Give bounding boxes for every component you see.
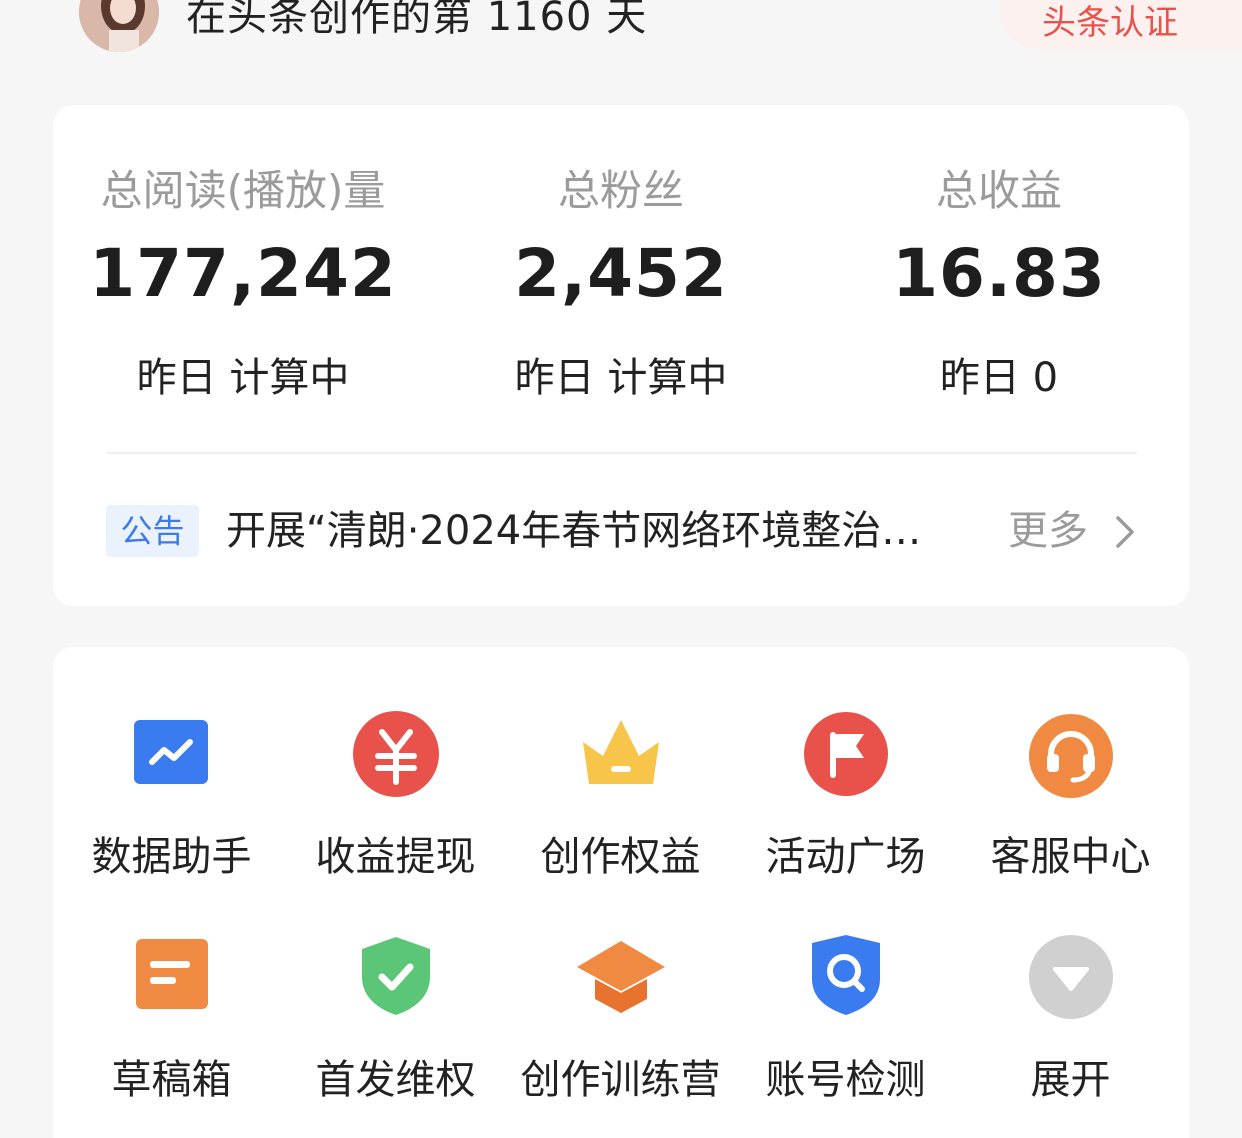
- tools-card: 数据助手 收益提现 创作权益 活动广场 客服中心 草稿箱 首发维权 创作训练营 …: [53, 647, 1189, 1138]
- tool-withdraw-earnings[interactable]: 收益提现: [283, 706, 508, 896]
- tool-first-publish-rights[interactable]: 首发维权: [283, 929, 508, 1119]
- profile-header: 在头条创作的第 1160 天 头条认证: [0, 0, 1242, 80]
- more-link[interactable]: 更多: [1008, 505, 1088, 557]
- certification-label: 头条认证: [1042, 3, 1178, 43]
- headset-icon: [1023, 706, 1119, 802]
- stats-card: 总阅读(播放)量 177,242 昨日 计算中 总粉丝 2,452 昨日 计算中…: [53, 105, 1189, 606]
- tool-expand[interactable]: 展开: [958, 929, 1183, 1119]
- expand-down-icon: [1023, 929, 1119, 1025]
- chart-trend-icon: [124, 706, 220, 802]
- graduation-cap-icon: [573, 929, 669, 1025]
- chevron-right-icon[interactable]: [1113, 514, 1137, 550]
- draft-box-icon: [124, 929, 220, 1025]
- toutiao-certification-button[interactable]: 头条认证: [1000, 0, 1242, 50]
- notice-text[interactable]: 开展“清朗·2024年春节网络环境整治…: [226, 505, 986, 557]
- tool-account-check[interactable]: 账号检测: [733, 929, 958, 1119]
- stat-value: 177,242: [89, 235, 397, 312]
- tool-creator-rights[interactable]: 创作权益: [508, 706, 733, 896]
- stat-yesterday: 昨日 计算中: [136, 355, 350, 401]
- tool-data-assistant[interactable]: 数据助手: [59, 706, 284, 896]
- tool-label: 客服中心: [990, 834, 1151, 880]
- flag-icon: [798, 706, 894, 802]
- yuan-coin-icon: [348, 706, 444, 802]
- avatar[interactable]: [79, 0, 159, 52]
- stat-value: 2,452: [514, 235, 728, 312]
- tool-creator-training[interactable]: 创作训练营: [508, 929, 733, 1119]
- divider: [107, 452, 1137, 454]
- tool-customer-service[interactable]: 客服中心: [958, 706, 1183, 896]
- tool-label: 展开: [1030, 1057, 1111, 1103]
- stat-label: 总阅读(播放)量: [100, 166, 386, 215]
- crown-icon: [573, 706, 669, 802]
- notice-tag: 公告: [106, 505, 199, 557]
- tool-draft-box[interactable]: 草稿箱: [59, 929, 284, 1119]
- tool-activity-square[interactable]: 活动广场: [733, 706, 958, 896]
- creation-days-text: 在头条创作的第 1160 天: [186, 0, 648, 40]
- stat-yesterday: 昨日 计算中: [514, 355, 728, 401]
- shield-search-icon: [798, 929, 894, 1025]
- stat-label: 总粉丝: [557, 166, 684, 215]
- shield-check-icon: [348, 929, 444, 1025]
- stat-label: 总收益: [935, 166, 1062, 215]
- stat-value: 16.83: [892, 235, 1106, 312]
- stat-yesterday: 昨日 0: [939, 355, 1059, 401]
